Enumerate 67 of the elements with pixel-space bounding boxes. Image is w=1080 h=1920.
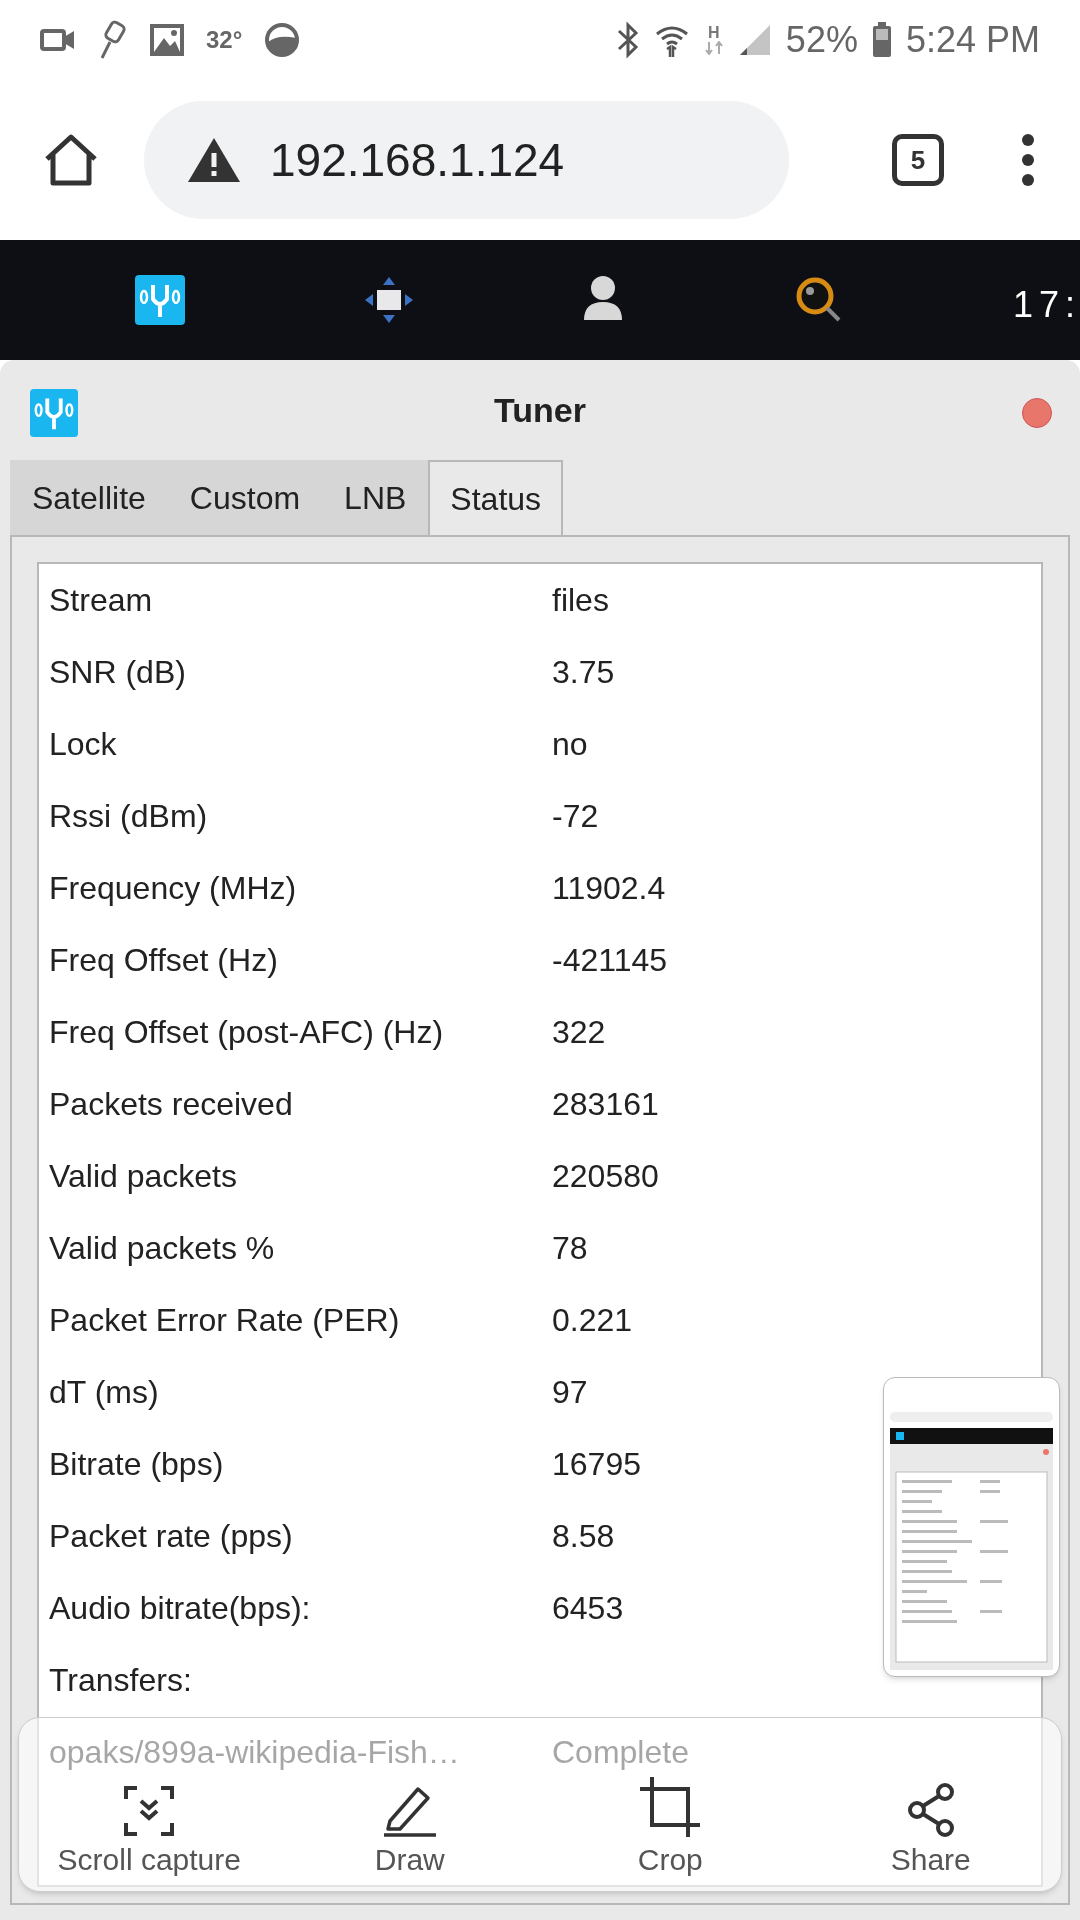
row-label: Packet Error Rate (PER) bbox=[49, 1301, 401, 1340]
row-label: Bitrate (bps) bbox=[49, 1445, 225, 1484]
video-camera-icon bbox=[40, 27, 76, 53]
row-label: Lock bbox=[49, 725, 118, 764]
url-text: 192.168.1.124 bbox=[270, 132, 565, 188]
file-name: opaks/899a-wikipedia-Fish… bbox=[49, 1733, 461, 1772]
screenshot-thumbnail[interactable] bbox=[883, 1377, 1060, 1677]
row-label: Freq Offset (Hz) bbox=[49, 941, 279, 980]
row-value: 78 bbox=[552, 1229, 588, 1268]
row-value: 8.58 bbox=[552, 1517, 615, 1556]
toolbar-button[interactable]: Scroll capture bbox=[19, 1777, 280, 1875]
move-arrows-icon[interactable] bbox=[365, 277, 413, 323]
window-title: Tuner bbox=[494, 389, 586, 431]
crop-icon bbox=[640, 1777, 701, 1837]
warning-icon bbox=[186, 136, 242, 184]
desktop-clock-text: 17: bbox=[1013, 283, 1080, 327]
row-value: -421145 bbox=[552, 941, 668, 980]
close-button[interactable] bbox=[1022, 398, 1052, 428]
tuner-fork-icon bbox=[30, 389, 78, 437]
tab[interactable]: Custom bbox=[167, 460, 323, 535]
row-label: Valid packets % bbox=[49, 1229, 276, 1268]
row-value: 220580 bbox=[552, 1157, 659, 1196]
user-icon[interactable] bbox=[582, 274, 624, 322]
data-arrows-icon bbox=[703, 41, 724, 55]
scroll-capture-icon bbox=[123, 1785, 176, 1837]
row-label: Valid packets bbox=[49, 1157, 238, 1196]
battery-icon bbox=[871, 22, 892, 58]
row-label: Packets received bbox=[49, 1085, 294, 1124]
tab[interactable]: LNB bbox=[322, 460, 429, 535]
share-icon bbox=[906, 1783, 955, 1837]
row-label: Stream bbox=[49, 581, 154, 620]
tab[interactable]: Status bbox=[428, 460, 564, 535]
row-value: no bbox=[552, 725, 588, 764]
row-value: 97 bbox=[552, 1373, 588, 1412]
row-value: 322 bbox=[552, 1013, 606, 1052]
row-value: -72 bbox=[552, 797, 599, 836]
row-label: Rssi (dBm) bbox=[49, 797, 209, 836]
weather-icon bbox=[264, 22, 301, 58]
tab[interactable]: Satellite bbox=[10, 460, 168, 535]
row-value: 6453 bbox=[552, 1589, 624, 1628]
temperature-text: 32° bbox=[206, 25, 243, 55]
row-label: Freq Offset (post-AFC) (Hz) bbox=[49, 1013, 445, 1052]
row-label: Audio bitrate(bps): bbox=[49, 1589, 312, 1628]
search-icon[interactable] bbox=[795, 276, 843, 324]
battery-percent-text: 52% bbox=[785, 18, 858, 62]
network-type-text: H bbox=[708, 25, 720, 41]
clock-text: 5:24 PM bbox=[905, 18, 1040, 62]
toolbar-button[interactable]: Draw bbox=[279, 1777, 540, 1875]
row-value: 0.221 bbox=[552, 1301, 633, 1340]
toolbar-button[interactable]: Share bbox=[800, 1777, 1061, 1875]
row-value: 283161 bbox=[552, 1085, 659, 1124]
row-value: files bbox=[552, 581, 609, 620]
section-heading: Transfers: bbox=[49, 1661, 193, 1700]
row-label: SNR (dB) bbox=[49, 653, 187, 692]
row-label: dT (ms) bbox=[49, 1373, 160, 1412]
address-bar[interactable]: 192.168.1.124 bbox=[144, 101, 789, 219]
row-value: 3.75 bbox=[552, 653, 615, 692]
row-value: 16795 bbox=[552, 1445, 641, 1484]
image-icon bbox=[150, 24, 184, 56]
marshmallow-icon bbox=[98, 20, 128, 60]
toolbar-button[interactable]: Crop bbox=[540, 1777, 801, 1875]
tab-count-button[interactable]: 5 bbox=[892, 134, 944, 186]
row-label: Frequency (MHz) bbox=[49, 869, 298, 908]
row-value: 11902.4 bbox=[552, 869, 666, 908]
bluetooth-icon bbox=[615, 21, 640, 59]
row-label: Packet rate (pps) bbox=[49, 1517, 294, 1556]
transfer-status: Complete bbox=[552, 1733, 689, 1772]
